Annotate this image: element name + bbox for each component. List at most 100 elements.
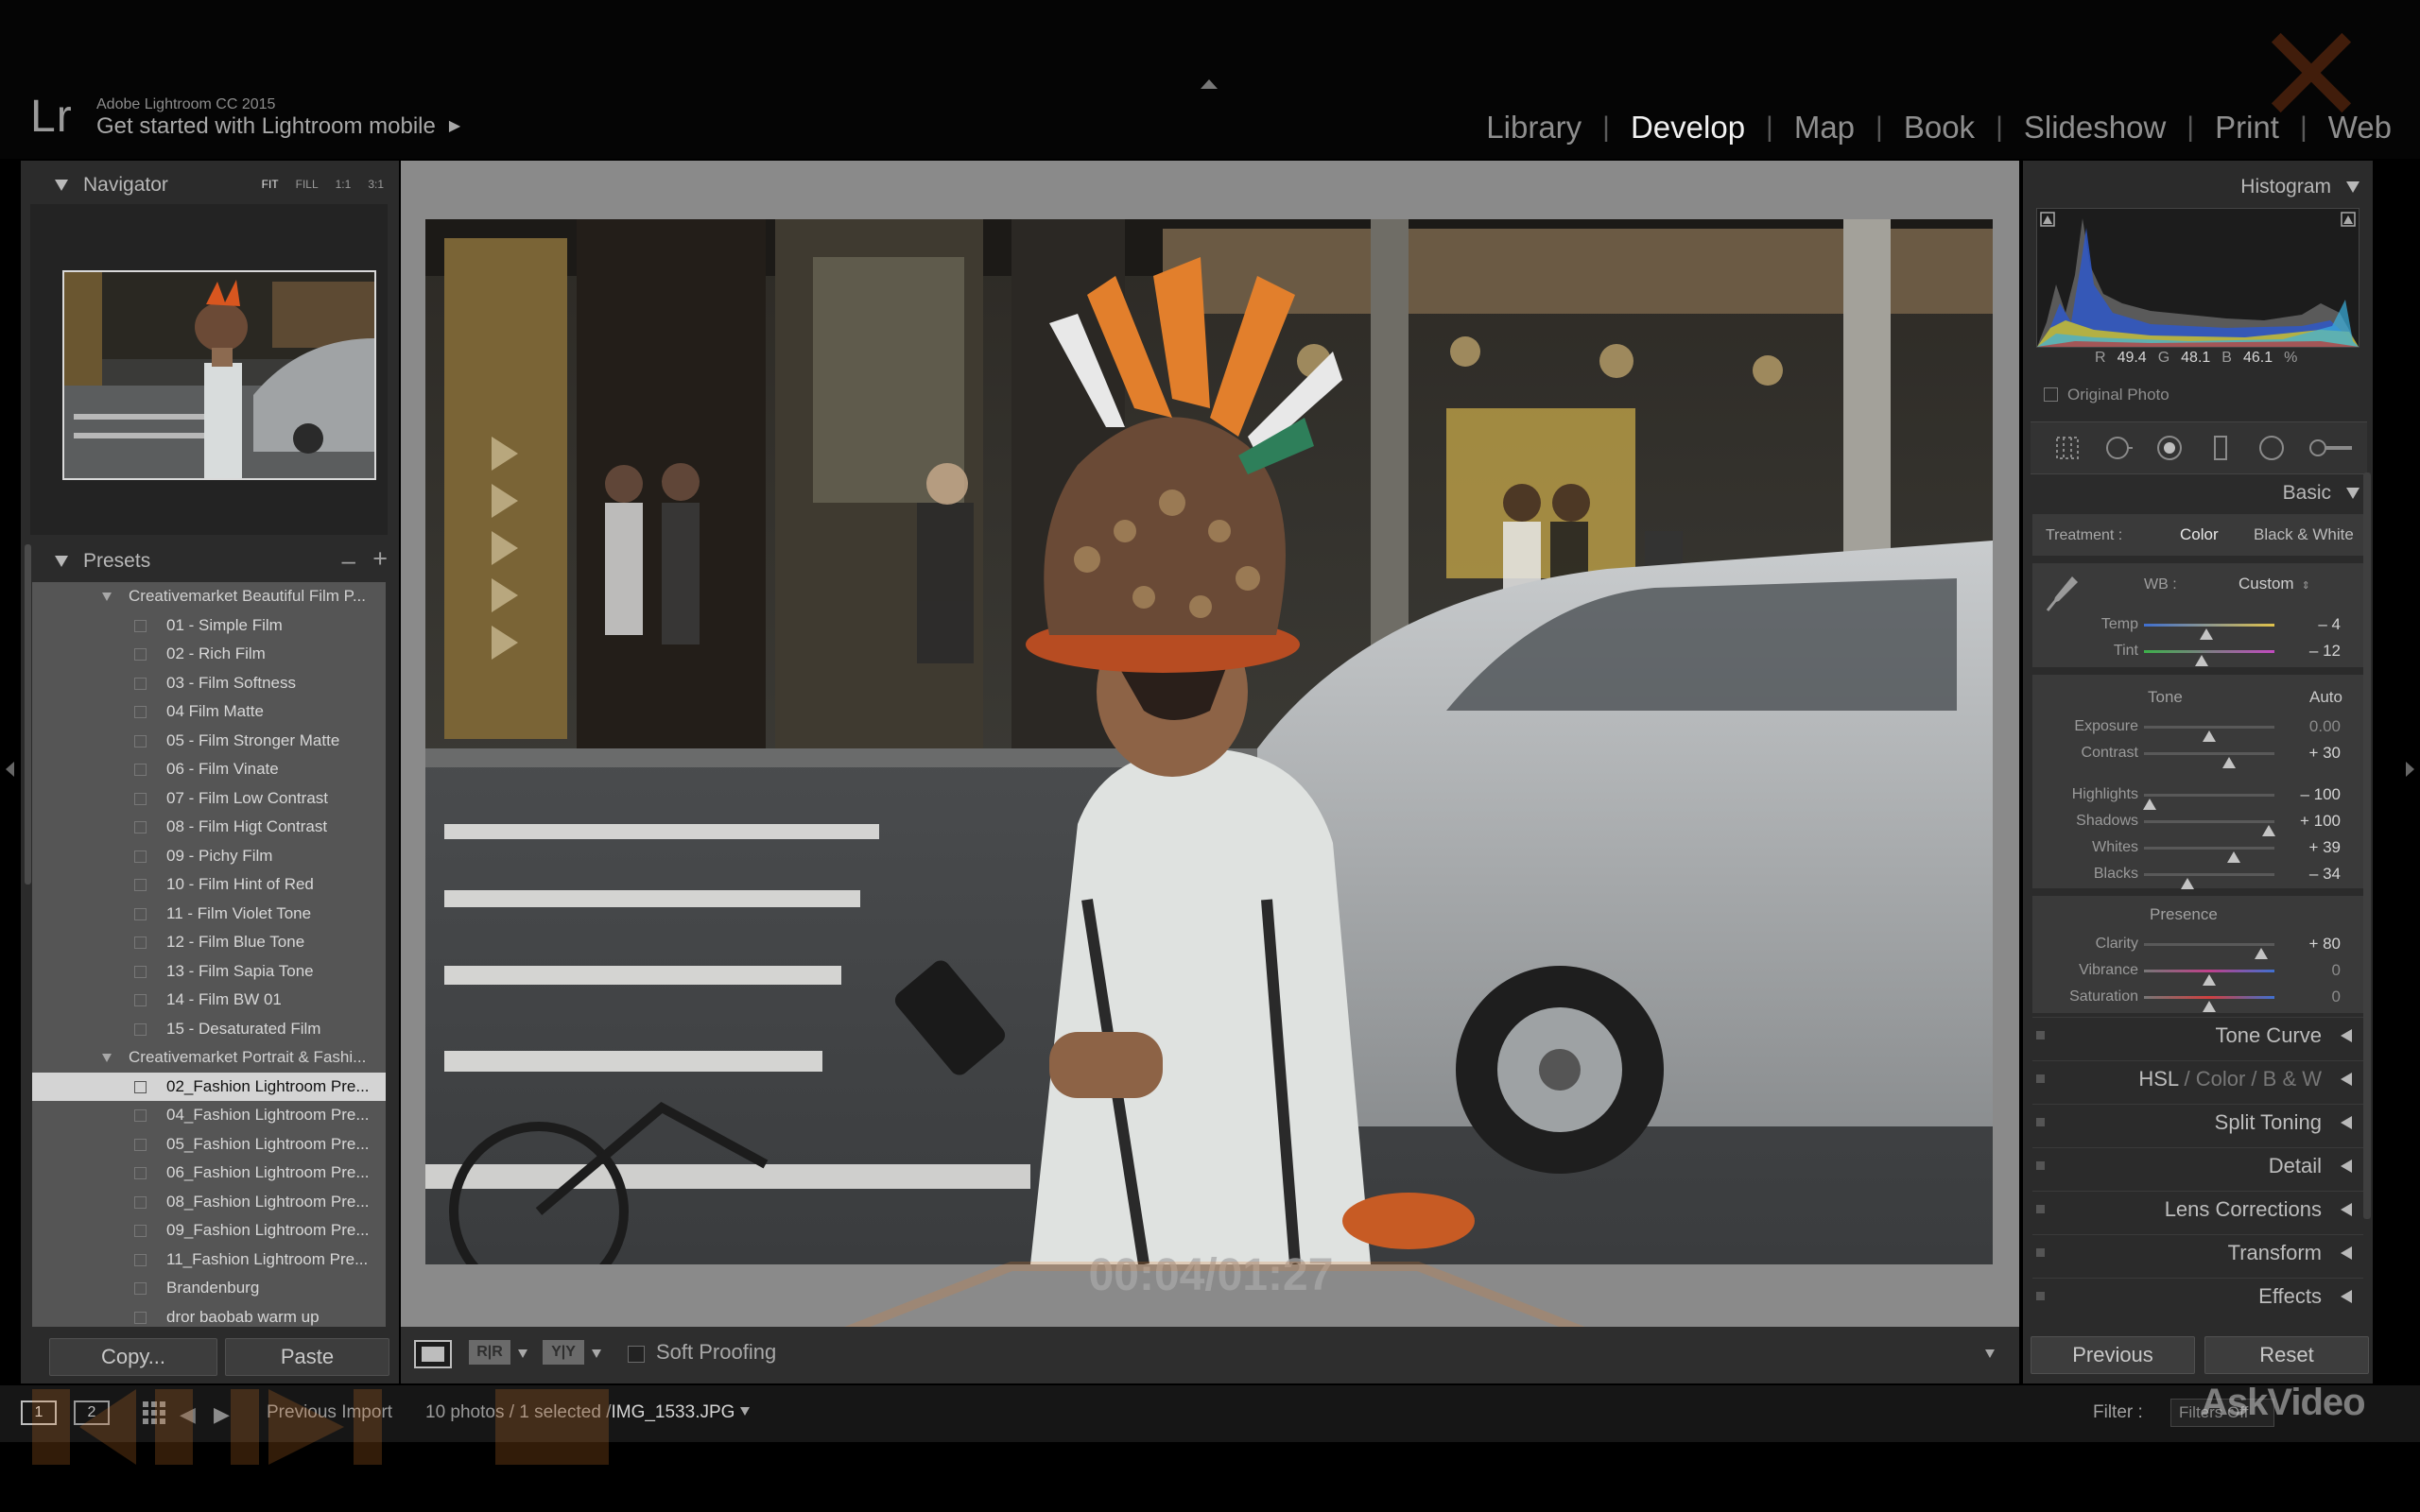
temp-slider[interactable]: Temp – 4: [2032, 612, 2363, 640]
close-icon[interactable]: [2265, 26, 2358, 119]
split-toning-panel-header[interactable]: Split Toning: [2032, 1104, 2363, 1141]
main-photo[interactable]: [425, 219, 1993, 1264]
preset-item[interactable]: 05 - Film Stronger Matte: [32, 727, 386, 756]
panel-switch-icon[interactable]: [2036, 1031, 2045, 1040]
spot-removal-icon[interactable]: [2104, 434, 2133, 462]
folder-expand-icon[interactable]: [102, 593, 112, 601]
preset-item[interactable]: 14 - Film BW 01: [32, 986, 386, 1015]
wb-dropdown[interactable]: Custom ⇕: [2238, 575, 2310, 593]
yy-dropdown-icon[interactable]: [592, 1349, 601, 1358]
slider-value[interactable]: 0.00: [2309, 717, 2341, 736]
clarity-slider[interactable]: Clarity + 80: [2032, 932, 2363, 959]
preset-item[interactable]: 05_Fashion Lightroom Pre...: [32, 1130, 386, 1160]
preset-item[interactable]: Brandenburg: [32, 1274, 386, 1303]
slider-track[interactable]: [2144, 820, 2276, 836]
filename-dropdown-icon[interactable]: [739, 1407, 750, 1416]
preset-item[interactable]: 07 - Film Low Contrast: [32, 784, 386, 814]
presets-header[interactable]: Presets – +: [21, 542, 399, 580]
module-book[interactable]: Book: [1883, 110, 1996, 146]
color-tab[interactable]: Color: [2196, 1067, 2246, 1091]
preset-folder[interactable]: Creativemarket Portrait & Fashi...: [32, 1043, 386, 1073]
whites-slider[interactable]: Whites + 39: [2032, 835, 2363, 863]
slider-value[interactable]: – 4: [2318, 615, 2341, 634]
slider-track[interactable]: [2144, 873, 2274, 889]
tone-curve-panel-header[interactable]: Tone Curve: [2032, 1017, 2363, 1054]
preset-item[interactable]: 12 - Film Blue Tone: [32, 928, 386, 957]
panel-switch-icon[interactable]: [2036, 1248, 2045, 1257]
zoom-fill[interactable]: FILL: [296, 178, 319, 191]
expand-triangle-icon[interactable]: [2341, 1073, 2352, 1086]
expand-triangle-icon[interactable]: [2341, 1160, 2352, 1173]
module-library[interactable]: Library: [1465, 110, 1602, 146]
preset-item[interactable]: 15 - Desaturated Film: [32, 1015, 386, 1044]
panel-switch-icon[interactable]: [2036, 1074, 2045, 1083]
histogram-graph[interactable]: [2036, 208, 2360, 348]
effects-panel-header[interactable]: Effects: [2032, 1278, 2363, 1314]
collapse-triangle-icon[interactable]: [55, 556, 68, 567]
transform-panel-header[interactable]: Transform: [2032, 1234, 2363, 1271]
slider-track[interactable]: [2144, 970, 2274, 986]
preset-item-selected[interactable]: 02_Fashion Lightroom Pre...: [32, 1072, 386, 1101]
slider-track[interactable]: [2144, 847, 2274, 863]
preset-item[interactable]: 09 - Pichy Film: [32, 842, 386, 871]
slider-track[interactable]: [2144, 624, 2274, 640]
slider-value[interactable]: + 80: [2308, 935, 2341, 954]
expand-triangle-icon[interactable]: [2341, 1246, 2352, 1260]
preset-item[interactable]: 09_Fashion Lightroom Pre...: [32, 1216, 386, 1246]
preset-item[interactable]: 04 Film Matte: [32, 697, 386, 727]
auto-tone-button[interactable]: Auto: [2309, 688, 2342, 707]
treatment-color-option[interactable]: Color: [2180, 525, 2219, 544]
slider-track[interactable]: [2144, 650, 2274, 666]
mobile-promo-link[interactable]: Get started with Lightroom mobile ▶: [96, 113, 460, 140]
right-panel-scrollbar[interactable]: [2363, 472, 2371, 1219]
slider-value[interactable]: + 100: [2300, 812, 2341, 831]
basic-header[interactable]: Basic: [2023, 469, 2373, 507]
preset-item[interactable]: 08_Fashion Lightroom Pre...: [32, 1188, 386, 1217]
original-photo-checkbox[interactable]: [2044, 387, 2058, 402]
preset-item[interactable]: 01 - Simple Film: [32, 611, 386, 641]
adjustment-brush-icon[interactable]: [2308, 434, 2356, 462]
collapse-triangle-icon[interactable]: [55, 180, 68, 191]
expand-triangle-icon[interactable]: [2341, 1290, 2352, 1303]
slider-track[interactable]: [2144, 726, 2274, 742]
soft-proofing-checkbox[interactable]: [628, 1346, 645, 1363]
slider-track[interactable]: [2144, 996, 2274, 1012]
add-preset-button[interactable]: +: [372, 544, 388, 574]
preset-item[interactable]: dror baobab warm up: [32, 1303, 386, 1328]
slider-thumb[interactable]: [2180, 878, 2194, 889]
folder-expand-icon[interactable]: [102, 1054, 112, 1062]
top-panel-collapse-icon[interactable]: [1201, 79, 1218, 89]
tint-slider[interactable]: Tint – 12: [2032, 639, 2363, 666]
radial-filter-icon[interactable]: [2257, 434, 2286, 462]
preset-item[interactable]: 10 - Film Hint of Red: [32, 870, 386, 900]
shadows-slider[interactable]: Shadows + 100: [2032, 809, 2363, 836]
blacks-slider[interactable]: Blacks – 34: [2032, 862, 2363, 889]
preset-item[interactable]: 06_Fashion Lightroom Pre...: [32, 1159, 386, 1188]
before-after-dropdown-icon[interactable]: [518, 1349, 527, 1358]
slider-value[interactable]: + 39: [2308, 838, 2341, 857]
histogram-header[interactable]: Histogram: [2023, 166, 2373, 204]
remove-preset-button[interactable]: –: [342, 546, 355, 576]
eyedropper-icon[interactable]: [2044, 571, 2082, 616]
crop-overlay-icon[interactable]: [2053, 434, 2082, 462]
collapse-triangle-icon[interactable]: [2346, 181, 2360, 193]
slider-value[interactable]: + 30: [2308, 744, 2341, 763]
expand-triangle-icon[interactable]: [2341, 1029, 2352, 1042]
module-map[interactable]: Map: [1773, 110, 1876, 146]
toolbar-options-dropdown-icon[interactable]: [1985, 1349, 1995, 1358]
slider-value[interactable]: 0: [2332, 961, 2341, 980]
panel-switch-icon[interactable]: [2036, 1292, 2045, 1300]
preset-item[interactable]: 02 - Rich Film: [32, 640, 386, 669]
preset-item[interactable]: 04_Fashion Lightroom Pre...: [32, 1101, 386, 1130]
navigator-header[interactable]: Navigator FIT FILL 1:1 3:1: [21, 166, 399, 204]
preset-folder[interactable]: Creativemarket Beautiful Film P...: [32, 582, 386, 611]
highlights-slider[interactable]: Highlights – 100: [2032, 782, 2363, 810]
panel-switch-icon[interactable]: [2036, 1161, 2045, 1170]
exposure-slider[interactable]: Exposure 0.00: [2032, 714, 2363, 742]
graduated-filter-icon[interactable]: [2206, 434, 2235, 462]
slider-thumb[interactable]: [2221, 757, 2236, 768]
expand-triangle-icon[interactable]: [2341, 1203, 2352, 1216]
vibrance-slider[interactable]: Vibrance 0: [2032, 958, 2363, 986]
slider-track[interactable]: [2142, 794, 2274, 810]
left-panel-toggle-icon[interactable]: [6, 762, 14, 777]
